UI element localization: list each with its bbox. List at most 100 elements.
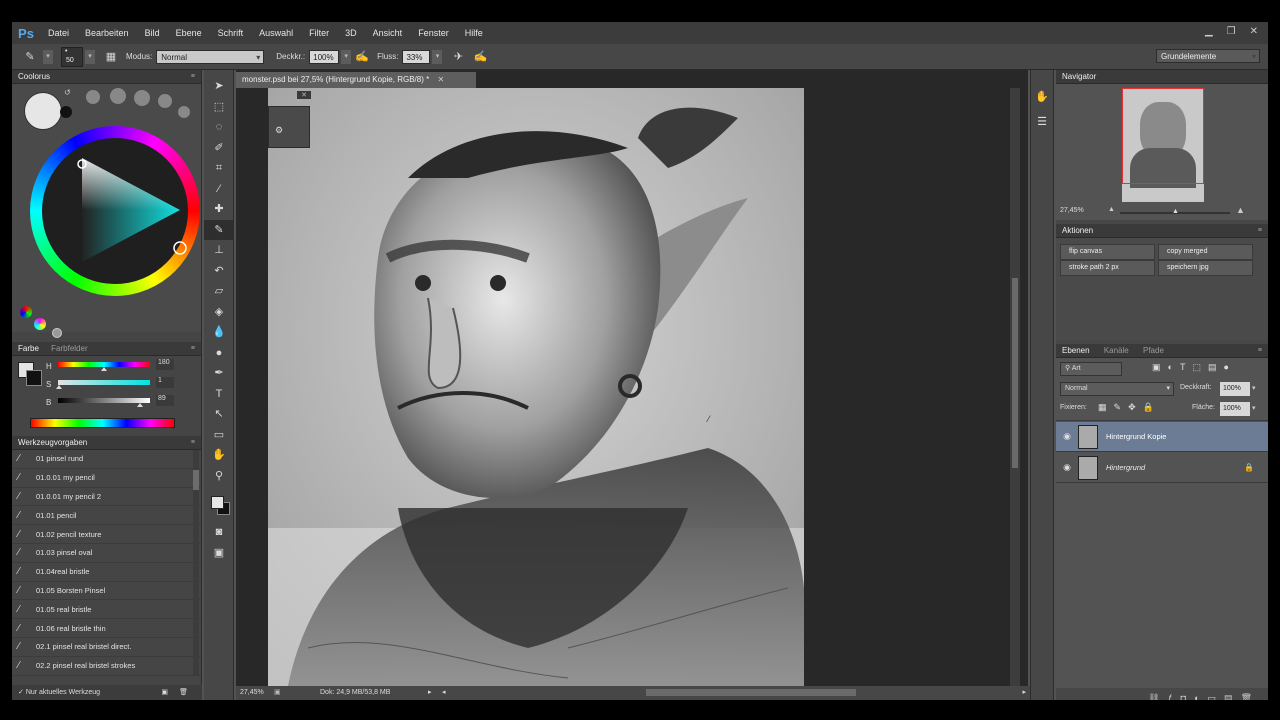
action-copy-merged[interactable]: copy merged: [1158, 244, 1253, 260]
zoom-icon[interactable]: ⚲: [204, 466, 234, 487]
color-triangle[interactable]: [30, 126, 200, 296]
layer-thumbnail[interactable]: [1078, 424, 1098, 449]
h-slider[interactable]: [58, 362, 150, 371]
opacity-input[interactable]: 100%: [1220, 382, 1250, 396]
filter-pixel-icon[interactable]: ▣: [1152, 362, 1168, 372]
b-slider[interactable]: [58, 398, 150, 407]
lock-position-icon[interactable]: ✥: [1128, 402, 1143, 412]
document-tab[interactable]: monster.psd bei 27,5% (Hintergrund Kopie…: [236, 72, 476, 88]
menu-bild[interactable]: Bild: [137, 28, 168, 38]
h-slider-thumb[interactable]: [101, 367, 107, 371]
panel-menu-icon[interactable]: ≡: [191, 70, 195, 84]
lock-all-icon[interactable]: 🔒: [1143, 402, 1161, 412]
brush-shape-icon[interactable]: [110, 88, 126, 104]
type-icon[interactable]: T: [204, 384, 234, 405]
filter-type-icon[interactable]: T: [1180, 362, 1193, 372]
brush-presets-tab[interactable]: Werkzeugvorgaben ≡: [12, 436, 201, 450]
h-value[interactable]: 180: [156, 359, 174, 370]
swap-colors-icon[interactable]: ↺: [64, 88, 71, 97]
brush-preset-item[interactable]: ⁄ 01.04real bristle: [12, 563, 201, 582]
s-value[interactable]: 1: [156, 377, 174, 388]
pressure-opacity-icon[interactable]: ✍: [354, 49, 370, 65]
restore-icon[interactable]: ❐: [1227, 26, 1236, 37]
healing-icon[interactable]: ✚: [204, 199, 234, 220]
pressure-size-icon[interactable]: ✍: [472, 49, 488, 65]
brush-preset-item[interactable]: ⁄ 01.01 pencil: [12, 506, 201, 526]
preset-list-scrollbar[interactable]: [193, 450, 199, 676]
fill-input[interactable]: 100%: [1220, 402, 1250, 416]
filter-smart-icon[interactable]: ▤: [1208, 362, 1224, 372]
action-speichern-jpg[interactable]: speichern jpg: [1158, 260, 1253, 276]
menu-schrift[interactable]: Schrift: [210, 28, 252, 38]
fluss-dropdown[interactable]: ▾: [432, 49, 443, 64]
brush-preset-item[interactable]: ⁄ 02.1 pinsel real bristel direct.: [12, 638, 201, 657]
eyedropper-icon[interactable]: ⁄: [204, 179, 234, 200]
paint-bucket-icon[interactable]: ◈: [204, 302, 234, 323]
brush-shape-icon[interactable]: [86, 90, 100, 104]
current-color-swatch[interactable]: [24, 92, 62, 130]
fill-dropdown-icon[interactable]: ▾: [1252, 404, 1256, 412]
current-tool-only-checkbox[interactable]: ✓: [18, 689, 26, 696]
filter-toggle-icon[interactable]: ●: [1223, 362, 1235, 372]
action-stroke-path[interactable]: stroke path 2 px: [1060, 260, 1155, 276]
brush-preset-item[interactable]: ⁄ 01.0.01 my pencil 2: [12, 488, 201, 507]
layer-thumbnail[interactable]: [1078, 455, 1098, 480]
new-group-icon[interactable]: ▭: [1208, 693, 1225, 700]
history-panel-icon[interactable]: ✋: [1031, 90, 1053, 103]
delete-layer-icon[interactable]: 🗑: [1241, 693, 1260, 700]
brush-shape-icon[interactable]: [178, 106, 190, 118]
menu-fenster[interactable]: Fenster: [410, 28, 457, 38]
brush-preset-item[interactable]: ⁄ 02.2 pinsel real bristel strokes: [12, 657, 201, 676]
menu-ebene[interactable]: Ebene: [168, 28, 210, 38]
zoom-readout[interactable]: 27,45%: [240, 686, 264, 700]
actions-tab[interactable]: Aktionen ≡: [1056, 224, 1268, 238]
dodge-icon[interactable]: ●: [204, 343, 234, 364]
zoom-in-icon[interactable]: ▲: [1236, 205, 1245, 215]
floating-panel[interactable]: ⚙ ✕: [268, 91, 311, 148]
action-flip-canvas[interactable]: flip canvas: [1060, 244, 1155, 260]
close-tab-icon[interactable]: ✕: [437, 75, 444, 84]
panel-menu-icon[interactable]: ≡: [191, 436, 195, 450]
rgb-mode-icon[interactable]: [20, 306, 32, 318]
menu-bearbeiten[interactable]: Bearbeiten: [77, 28, 137, 38]
layer-filter-select[interactable]: ⚲ Art: [1060, 362, 1122, 376]
brush-size-preview[interactable]: • 50: [61, 46, 83, 67]
workspace-select[interactable]: Grundelemente: [1156, 49, 1260, 64]
history-brush-icon[interactable]: ↶: [204, 261, 234, 282]
brush-preset-item[interactable]: ⁄ 01.02 pencil texture: [12, 525, 201, 544]
scroll-right-icon[interactable]: ▸: [1022, 686, 1026, 700]
brush-picker-dropdown[interactable]: ▾: [85, 49, 95, 64]
navigator-zoom-slider[interactable]: ▲: [1120, 208, 1230, 215]
modus-select[interactable]: Normal: [156, 49, 265, 65]
horizontal-scroll-thumb[interactable]: [646, 689, 856, 696]
b-value[interactable]: 89: [156, 395, 174, 406]
coolorus-tab[interactable]: Coolorus ≡: [12, 70, 201, 84]
crop-icon[interactable]: ⌗: [204, 158, 234, 179]
brush-shape-icon[interactable]: [134, 90, 150, 106]
navigator-view-box[interactable]: [1122, 88, 1204, 184]
tab-ebenen[interactable]: Ebenen: [1062, 346, 1090, 355]
b-slider-thumb[interactable]: [136, 403, 143, 407]
tab-pfade[interactable]: Pfade: [1143, 346, 1164, 355]
adjustment-layer-icon[interactable]: ◐: [1194, 693, 1207, 700]
filter-adjust-icon[interactable]: ◐: [1168, 362, 1180, 372]
new-preset-icon[interactable]: ▣: [161, 685, 168, 700]
panel-menu-icon[interactable]: ≡: [191, 342, 195, 356]
gray-mode-icon[interactable]: [52, 328, 62, 338]
navigator-tab[interactable]: Navigator: [1056, 70, 1268, 84]
adjustments-panel-icon[interactable]: ☰: [1031, 115, 1053, 128]
vertical-scroll-thumb[interactable]: [1012, 278, 1018, 468]
background-color[interactable]: [26, 370, 42, 386]
path-select-icon[interactable]: ↖: [204, 404, 234, 425]
opacity-dropdown-icon[interactable]: ▾: [1252, 384, 1256, 392]
brush-preset-item[interactable]: ⁄ 01.05 real bristle: [12, 600, 201, 620]
menu-filter[interactable]: Filter: [301, 28, 337, 38]
panel-menu-icon[interactable]: ≡: [1258, 224, 1262, 238]
spectrum-bar[interactable]: [30, 418, 175, 428]
minimize-icon[interactable]: ▁: [1205, 26, 1213, 37]
deckkr-dropdown[interactable]: ▾: [341, 49, 352, 64]
brush-panel-icon[interactable]: ▦: [103, 49, 119, 65]
deckkr-input[interactable]: 100%: [309, 49, 340, 64]
navigator-zoom[interactable]: 27,45%: [1060, 207, 1084, 214]
menu-ansicht[interactable]: Ansicht: [365, 28, 411, 38]
